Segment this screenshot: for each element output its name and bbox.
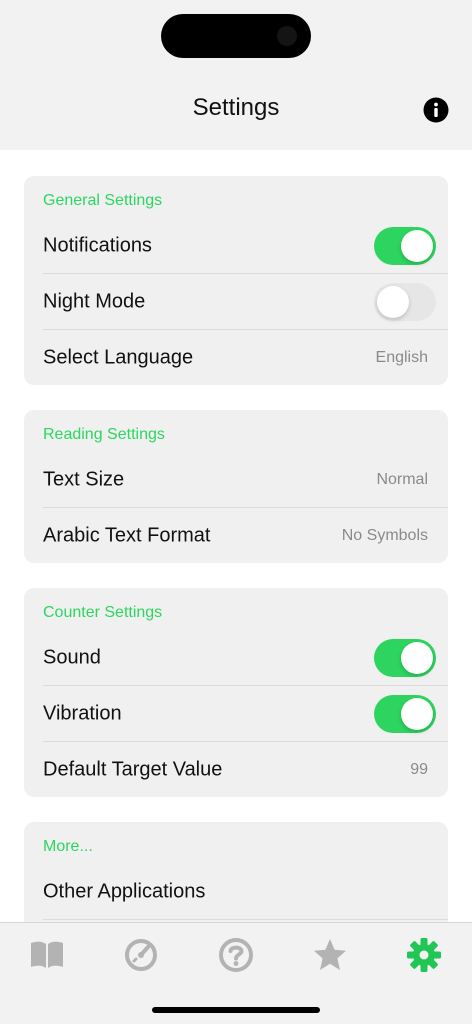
default-target-label: Default Target Value — [43, 758, 223, 781]
info-icon[interactable] — [423, 97, 449, 123]
toggle-knob — [401, 230, 433, 262]
book-icon — [31, 941, 63, 968]
select-language-label: Select Language — [43, 346, 194, 369]
text-size-label: Text Size — [43, 468, 125, 491]
vibration-row[interactable]: Vibration — [24, 686, 448, 742]
notifications-row[interactable]: Notifications — [24, 218, 448, 274]
other-applications-label: Other Applications — [43, 880, 206, 903]
sound-row[interactable]: Sound — [24, 630, 448, 686]
page-title: Settings — [192, 94, 280, 121]
section-title-counter: Counter Settings — [43, 604, 163, 621]
default-target-value: 99 — [410, 761, 428, 778]
section-title-reading: Reading Settings — [43, 426, 165, 443]
notifications-label: Notifications — [43, 234, 152, 257]
section-title-general: General Settings — [43, 192, 163, 209]
vibration-toggle[interactable] — [374, 695, 436, 733]
arabic-format-row[interactable]: Arabic Text Format No Symbols — [24, 508, 448, 564]
arabic-format-value: No Symbols — [341, 527, 428, 544]
star-icon — [314, 939, 346, 970]
counter-icon — [125, 939, 157, 971]
sound-label: Sound — [43, 646, 101, 669]
toggle-knob — [401, 642, 433, 674]
counter-settings-card: Counter Settings Sound Vibration Default… — [24, 588, 448, 797]
select-language-row[interactable]: Select Language English — [24, 330, 448, 386]
arabic-format-label: Arabic Text Format — [43, 524, 211, 547]
header-bar: Settings — [0, 0, 472, 150]
section-title-more: More... — [43, 838, 93, 855]
dynamic-island — [161, 14, 311, 58]
reading-settings-card: Reading Settings Text Size Normal Arabic… — [24, 410, 448, 563]
tab-counter[interactable] — [121, 935, 161, 975]
gear-icon — [407, 938, 441, 972]
default-target-row[interactable]: Default Target Value 99 — [24, 742, 448, 798]
tab-book[interactable] — [27, 935, 67, 975]
sound-toggle[interactable] — [374, 639, 436, 677]
other-applications-row[interactable]: Other Applications — [24, 864, 448, 920]
night-mode-label: Night Mode — [43, 290, 146, 313]
toggle-knob — [401, 698, 433, 730]
language-value: English — [375, 349, 428, 366]
tab-settings[interactable] — [404, 935, 444, 975]
toggle-knob — [377, 286, 409, 318]
divider — [43, 919, 448, 920]
help-icon — [219, 938, 253, 972]
camera-icon — [277, 26, 297, 46]
text-size-value: Normal — [376, 471, 428, 488]
tab-help[interactable] — [216, 935, 256, 975]
tab-favorites[interactable] — [310, 935, 350, 975]
home-indicator[interactable] — [152, 1007, 320, 1013]
vibration-label: Vibration — [43, 702, 122, 725]
night-mode-row[interactable]: Night Mode — [24, 274, 448, 330]
night-mode-toggle[interactable] — [374, 283, 436, 321]
notifications-toggle[interactable] — [374, 227, 436, 265]
text-size-row[interactable]: Text Size Normal — [24, 452, 448, 508]
general-settings-card: General Settings Notifications Night Mod… — [24, 176, 448, 385]
